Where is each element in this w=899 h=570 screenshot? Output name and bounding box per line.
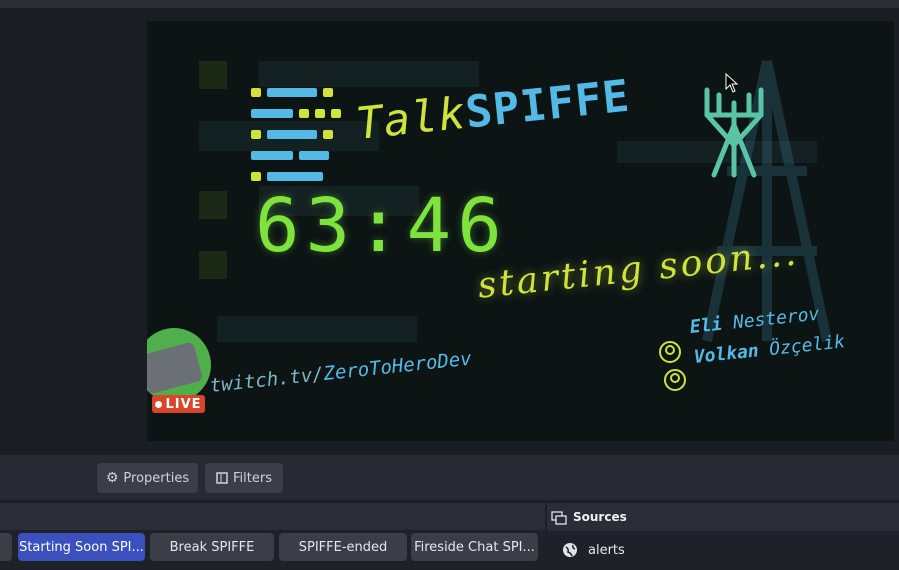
host-avatar-icon <box>664 369 686 391</box>
bg-block <box>217 316 417 342</box>
scene-label: Break SPIFFE <box>169 539 255 555</box>
live-dot-icon <box>155 400 163 408</box>
source-item-alerts[interactable]: alerts <box>547 537 625 563</box>
globe-icon <box>563 543 577 557</box>
scene-break[interactable]: Break SPIFFE <box>150 533 274 561</box>
top-bar <box>0 0 899 8</box>
live-badge-label: LIVE <box>165 396 202 412</box>
stream-preview-canvas[interactable]: TalkSPIFFE 63:46 starting soon... LIVE t… <box>147 21 894 441</box>
gear-icon: ⚙ <box>105 470 119 486</box>
bg-block <box>199 191 227 219</box>
scene-label: Fireside Chat SPI... <box>414 539 535 555</box>
host1-first: Eli <box>688 313 724 338</box>
scene-starting-soon[interactable]: Starting Soon SPI... <box>18 533 145 561</box>
bg-block <box>259 61 479 87</box>
scene-label: Starting Soon SPI... <box>19 539 144 555</box>
host-avatar-icon <box>659 341 681 363</box>
sources-dock-icon <box>551 511 567 525</box>
source-label: alerts <box>588 542 625 558</box>
filter-icon <box>216 472 228 484</box>
stream-title-right: SPIFFE <box>463 70 633 139</box>
properties-label: Properties <box>123 470 190 486</box>
twitch-url: twitch.tv/ZeroToHeroDev <box>209 348 473 397</box>
scene-fireside-chat[interactable]: Fireside Chat SPI... <box>411 533 538 561</box>
scene-label: SPIFFE-ended <box>298 539 388 555</box>
filters-label: Filters <box>233 470 272 486</box>
twitch-url-prefix: twitch.tv/ <box>208 363 325 397</box>
countdown-timer: 63:46 <box>255 183 508 269</box>
live-badge: LIVE <box>152 395 205 413</box>
sources-panel: Sources alerts <box>547 503 899 570</box>
robot-icon <box>147 341 204 395</box>
twitch-url-channel: ZeroToHeroDev <box>322 347 473 386</box>
scene-partial[interactable] <box>0 533 12 561</box>
spiffe-logo-icon <box>251 88 341 193</box>
bg-block <box>199 61 227 89</box>
mouse-cursor-icon <box>725 73 739 93</box>
scene-ended[interactable]: SPIFFE-ended <box>279 533 407 561</box>
sources-title: Sources <box>573 510 627 524</box>
properties-button[interactable]: ⚙ Properties <box>97 463 198 493</box>
stream-title-left: Talk <box>353 87 469 150</box>
avatar <box>147 328 211 402</box>
scenes-header <box>0 503 545 530</box>
bg-block <box>199 251 227 279</box>
filters-button[interactable]: Filters <box>205 463 283 493</box>
sources-header: Sources <box>547 503 899 531</box>
scenes-panel: Starting Soon SPI... Break SPIFFE SPIFFE… <box>0 503 545 570</box>
source-toolbar: ⚙ Properties Filters <box>0 455 899 500</box>
tower-icon <box>704 87 764 178</box>
